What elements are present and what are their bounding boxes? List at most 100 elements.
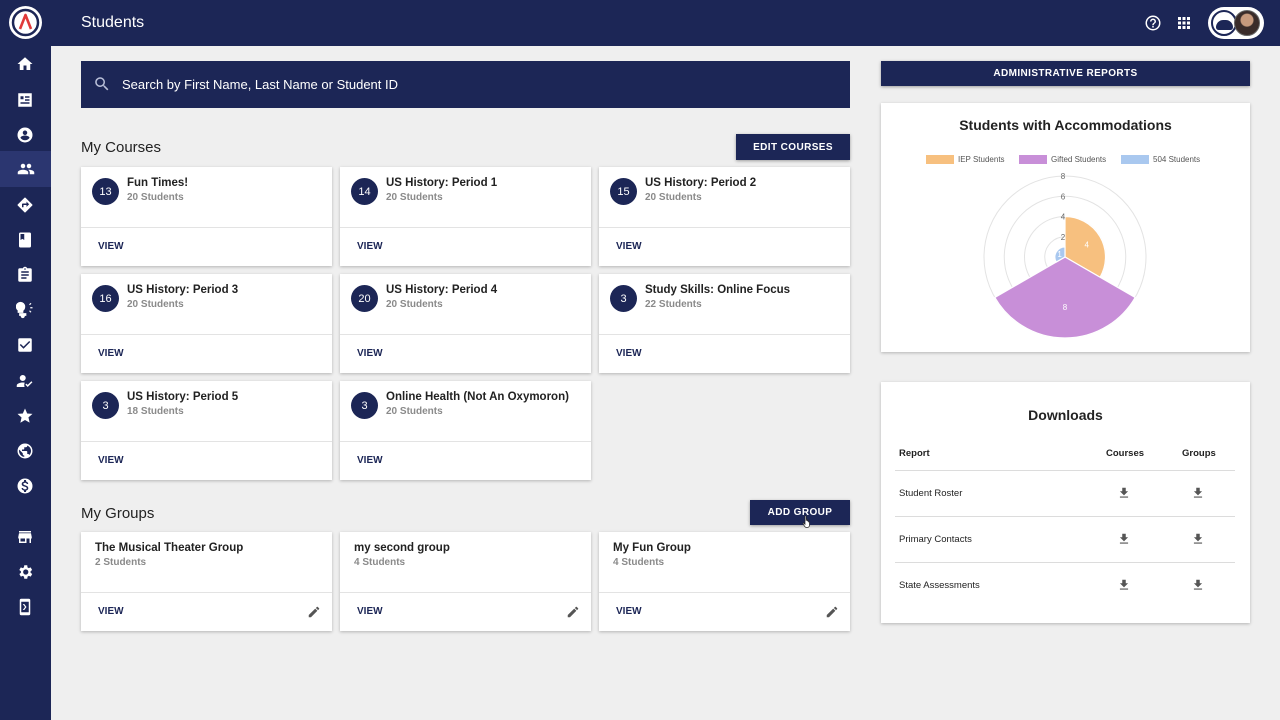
table-row: Student Roster — [895, 470, 1235, 516]
course-card: 15 US History: Period 2 20 Students VIEW — [599, 167, 850, 266]
edit-pencil-icon[interactable] — [566, 605, 580, 619]
courses-section-title: My Courses — [81, 139, 162, 156]
view-course-button[interactable]: VIEW — [98, 348, 124, 359]
store-icon[interactable] — [15, 527, 35, 547]
polar-slice-2[interactable] — [994, 256, 1136, 339]
course-count-badge: 3 — [610, 285, 637, 312]
report-name: State Assessments — [899, 580, 980, 591]
home-icon[interactable] — [15, 54, 35, 74]
view-group-button[interactable]: VIEW — [98, 606, 124, 617]
view-course-button[interactable]: VIEW — [98, 241, 124, 252]
add-group-button[interactable]: ADD GROUP — [750, 500, 850, 525]
downloads-panel: Downloads Report Courses Groups Student … — [881, 382, 1250, 623]
groups-section-title: My Groups — [81, 505, 155, 522]
course-card: 13 Fun Times! 20 Students VIEW — [81, 167, 332, 266]
download-courses-icon[interactable] — [1117, 486, 1131, 500]
checklist-icon[interactable] — [15, 335, 35, 355]
group-card: The Musical Theater Group 2 Students VIEW — [81, 532, 332, 631]
edit-courses-button[interactable]: EDIT COURSES — [736, 134, 850, 160]
download-groups-icon[interactable] — [1191, 532, 1205, 546]
app-logo[interactable] — [9, 6, 42, 39]
group-card: My Fun Group 4 Students VIEW — [599, 532, 850, 631]
group-students: 2 Students — [95, 557, 147, 568]
search-input[interactable] — [122, 61, 842, 108]
tick-label: 8 — [1061, 172, 1066, 181]
course-name: Study Skills: Online Focus — [645, 284, 791, 296]
logo-icon — [11, 8, 40, 37]
view-course-button[interactable]: VIEW — [357, 241, 383, 252]
help-icon[interactable] — [1143, 13, 1163, 33]
download-courses-icon[interactable] — [1117, 532, 1131, 546]
course-card: 3 Study Skills: Online Focus 22 Students V… — [599, 274, 850, 373]
star-icon[interactable] — [15, 406, 35, 426]
course-name: Online Health (Not An Oxymoron) — [386, 391, 569, 403]
tick-label: 2 — [1061, 233, 1066, 242]
course-name: US History: Period 2 — [645, 177, 757, 189]
column-report: Report — [899, 448, 930, 459]
group-card: my second group 4 Students VIEW — [340, 532, 591, 631]
group-students: 4 Students — [354, 557, 406, 568]
tick-label: 4 — [1061, 213, 1066, 222]
course-students: 20 Students — [386, 192, 443, 203]
user-check-icon[interactable] — [15, 371, 35, 391]
students-icon[interactable] — [0, 151, 51, 187]
edit-pencil-icon[interactable] — [825, 605, 839, 619]
column-groups: Groups — [1182, 448, 1216, 459]
assignment-icon[interactable] — [15, 265, 35, 285]
course-card: 14 US History: Period 1 20 Students VIEW — [340, 167, 591, 266]
search-bar — [81, 61, 850, 108]
view-course-button[interactable]: VIEW — [616, 241, 642, 252]
globe-icon[interactable] — [15, 441, 35, 461]
avatar — [1234, 10, 1260, 36]
course-card: 16 US History: Period 3 20 Students VIEW — [81, 274, 332, 373]
view-course-button[interactable]: VIEW — [98, 455, 124, 466]
view-course-button[interactable]: VIEW — [616, 348, 642, 359]
table-row: Primary Contacts — [895, 516, 1235, 562]
view-course-button[interactable]: VIEW — [357, 348, 383, 359]
dashboard-icon[interactable] — [15, 90, 35, 110]
course-students: 20 Students — [127, 299, 184, 310]
course-count-badge: 3 — [351, 392, 378, 419]
downloads-title: Downloads — [1028, 407, 1103, 423]
column-courses: Courses — [1106, 448, 1145, 459]
edit-pencil-icon[interactable] — [307, 605, 321, 619]
top-bar: Students — [51, 0, 1280, 46]
download-groups-icon[interactable] — [1191, 486, 1205, 500]
tablet-icon[interactable] — [15, 597, 35, 617]
report-name: Student Roster — [899, 488, 963, 499]
tick-label: 6 — [1061, 192, 1066, 201]
settings-icon[interactable] — [15, 562, 35, 582]
course-card: 3 US History: Period 5 18 Students VIEW — [81, 381, 332, 480]
course-name: Fun Times! — [127, 177, 189, 189]
sidebar — [0, 0, 51, 720]
dollar-icon[interactable] — [15, 476, 35, 496]
slice-value-label: 8 — [1063, 303, 1068, 312]
course-students: 18 Students — [127, 406, 184, 417]
course-students: 22 Students — [645, 299, 702, 310]
book-icon[interactable] — [15, 230, 35, 250]
download-courses-icon[interactable] — [1117, 578, 1131, 592]
apps-grid-icon[interactable] — [1174, 13, 1194, 33]
slice-value-label: 4 — [1085, 240, 1090, 249]
course-count-badge: 16 — [92, 285, 119, 312]
page-title: Students — [81, 14, 145, 31]
view-course-button[interactable]: VIEW — [357, 455, 383, 466]
course-card: 20 US History: Period 4 20 Students VIEW — [340, 274, 591, 373]
polar-area-chart: 4 8 1 8 6 4 2 — [983, 172, 1147, 339]
course-count-badge: 15 — [610, 178, 637, 205]
hand-cursor-icon — [802, 515, 810, 528]
course-students: 20 Students — [386, 406, 443, 417]
course-students: 20 Students — [645, 192, 702, 203]
view-group-button[interactable]: VIEW — [616, 606, 642, 617]
course-name: US History: Period 3 — [127, 284, 239, 296]
lightbulb-icon[interactable] — [15, 300, 35, 320]
slice-value-label: 1 — [1057, 250, 1062, 259]
course-count-badge: 3 — [92, 392, 119, 419]
download-groups-icon[interactable] — [1191, 578, 1205, 592]
administrative-reports-button[interactable]: ADMINISTRATIVE REPORTS — [881, 61, 1250, 86]
account-icon[interactable] — [15, 125, 35, 145]
user-menu[interactable] — [1208, 7, 1264, 39]
directions-icon[interactable] — [15, 195, 35, 215]
course-count-badge: 20 — [351, 285, 378, 312]
view-group-button[interactable]: VIEW — [357, 606, 383, 617]
